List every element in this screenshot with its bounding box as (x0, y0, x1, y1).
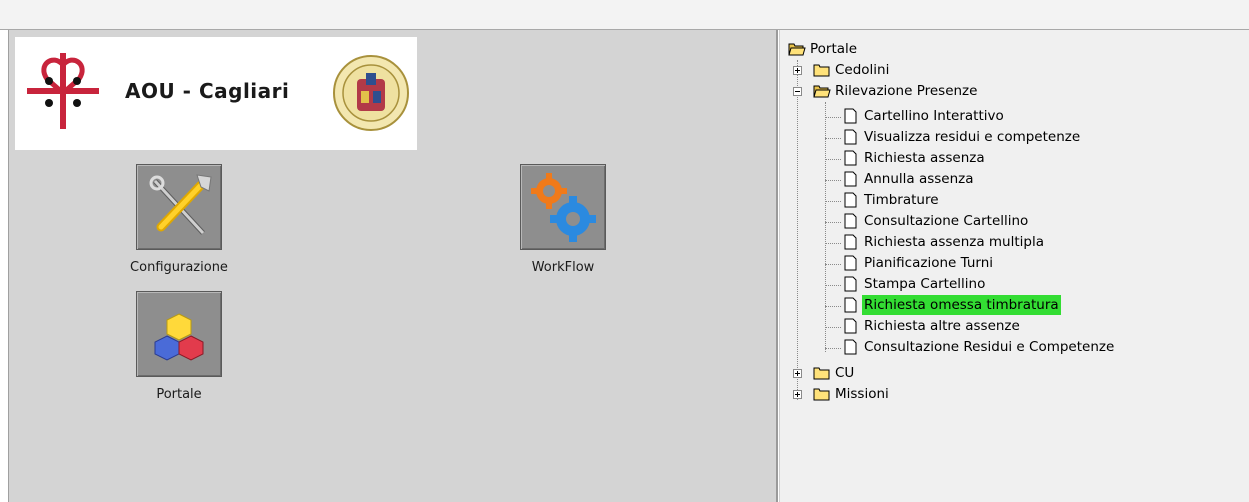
document-icon (844, 276, 857, 292)
tree-label: Portale (810, 41, 858, 57)
tree-item-richiesta-assenza[interactable]: Richiesta assenza (842, 148, 987, 168)
document-icon (844, 171, 857, 187)
tree-node-cedolini[interactable]: Cedolini (813, 60, 891, 80)
tree-item-consultazione-cartellino[interactable]: Consultazione Cartellino (842, 211, 1030, 231)
launcher-panel: AOU - Cagliari Configurazione WorkFlow P… (8, 30, 777, 502)
portale-button[interactable] (136, 291, 222, 377)
logo-text: AOU - Cagliari (125, 79, 290, 103)
expand-missioni-toggle[interactable] (793, 390, 802, 399)
tree-label: Missioni (835, 386, 889, 402)
document-icon (844, 318, 857, 334)
tree-item-visualizza-residui[interactable]: Visualizza residui e competenze (842, 127, 1082, 147)
configurazione-label: Configurazione (130, 260, 228, 275)
tree-item-richiesta-omessa-timbratura[interactable]: Richiesta omessa timbratura (842, 295, 1061, 315)
document-icon (844, 192, 857, 208)
folder-open-icon (788, 43, 806, 56)
document-icon (844, 339, 857, 355)
document-icon (844, 150, 857, 166)
tree-node-cu[interactable]: CU (813, 363, 856, 383)
expand-cu-toggle[interactable] (793, 369, 802, 378)
tree-node-rilevazione-presenze[interactable]: Rilevazione Presenze (813, 81, 979, 101)
workflow-button[interactable] (520, 164, 606, 250)
portal-tree: Portale Cedolini Rilevazione Presenze Ca… (780, 30, 1249, 502)
panel-divider[interactable] (776, 30, 778, 502)
launcher-portale[interactable]: Portale (99, 291, 259, 402)
aou-logo: AOU - Cagliari (15, 37, 417, 150)
top-bar (0, 0, 1249, 30)
document-icon (844, 297, 857, 313)
university-seal-icon (333, 55, 409, 131)
document-icon (844, 255, 857, 271)
tools-icon (149, 174, 212, 235)
gears-icon (531, 173, 596, 242)
folder-icon (813, 64, 830, 77)
tree-item-timbrature[interactable]: Timbrature (842, 190, 941, 210)
folder-icon (813, 388, 830, 401)
tree-label: CU (835, 365, 855, 381)
launcher-workflow[interactable]: WorkFlow (483, 164, 643, 275)
tree-item-richiesta-assenza-multipla[interactable]: Richiesta assenza multipla (842, 232, 1046, 252)
tree-item-annulla-assenza[interactable]: Annulla assenza (842, 169, 976, 189)
tree-label: Rilevazione Presenze (835, 83, 978, 99)
expand-cedolini-toggle[interactable] (793, 66, 802, 75)
launcher-configurazione[interactable]: Configurazione (99, 164, 259, 275)
configurazione-button[interactable] (136, 164, 222, 250)
tree-node-portale[interactable]: Portale (788, 39, 859, 59)
folder-icon (813, 367, 830, 380)
document-icon (844, 129, 857, 145)
collapse-rilevazione-toggle[interactable] (793, 87, 802, 96)
workflow-label: WorkFlow (531, 260, 595, 275)
document-icon (844, 213, 857, 229)
tree-node-missioni[interactable]: Missioni (813, 384, 891, 404)
tree-label: Cedolini (835, 62, 890, 78)
document-icon (844, 234, 857, 250)
document-icon (844, 108, 857, 124)
tree-item-richiesta-altre-assenze[interactable]: Richiesta altre assenze (842, 316, 1022, 336)
folder-open-icon (813, 85, 831, 98)
cubes-icon (154, 313, 204, 361)
tree-item-pianificazione-turni[interactable]: Pianificazione Turni (842, 253, 995, 273)
tree-panel: Portale Cedolini Rilevazione Presenze Ca… (780, 30, 1249, 502)
portale-label: Portale (156, 387, 202, 402)
hospital-logo-icon (27, 53, 99, 129)
tree-item-consultazione-residui[interactable]: Consultazione Residui e Competenze (842, 337, 1116, 357)
tree-item-cartellino-interattivo[interactable]: Cartellino Interattivo (842, 106, 1006, 126)
tree-item-stampa-cartellino[interactable]: Stampa Cartellino (842, 274, 987, 294)
